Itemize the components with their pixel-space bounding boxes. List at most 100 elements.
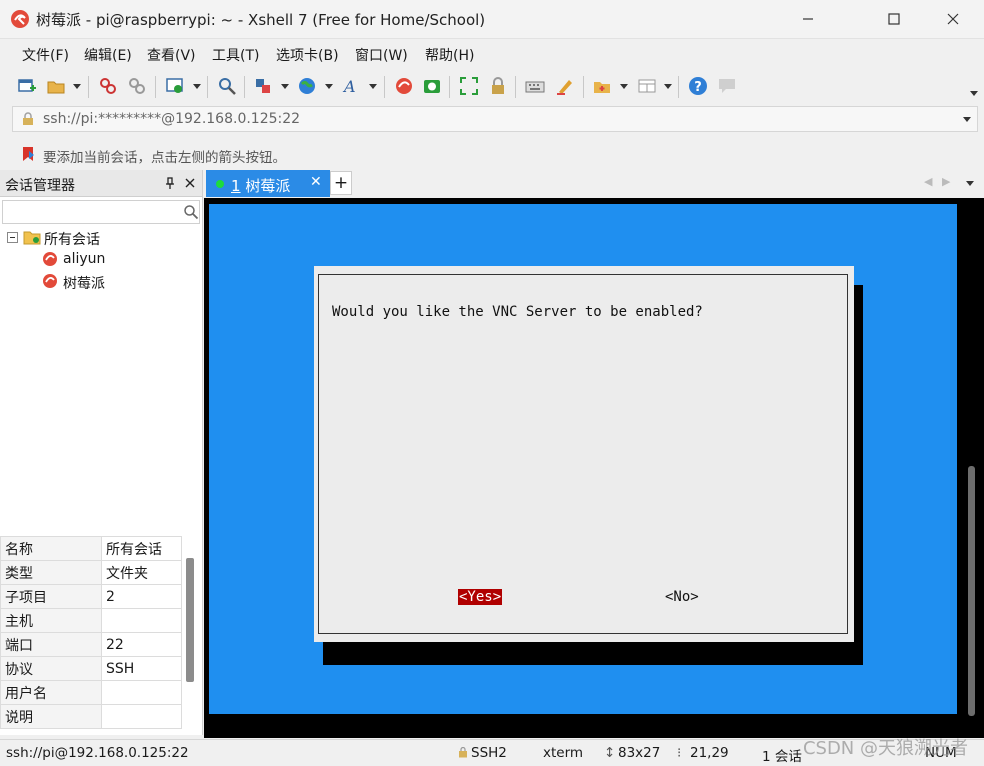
tree-item-aliyun[interactable]: aliyun (63, 251, 105, 267)
transfer-icon[interactable] (253, 76, 273, 96)
xshell-logo-icon (11, 10, 29, 28)
property-row[interactable]: 用户名 (0, 680, 182, 705)
add-tab-button[interactable]: + (330, 171, 352, 195)
menu-file[interactable]: 文件(F) (22, 45, 69, 65)
bookmark-arrow-icon[interactable] (20, 145, 38, 163)
folder-dropdown-icon[interactable] (620, 84, 628, 89)
property-row[interactable]: 类型 文件夹 (0, 560, 182, 585)
session-icon (43, 274, 57, 288)
property-key: 端口 (0, 632, 102, 657)
session-icon (43, 252, 57, 266)
toolbar-separator (449, 76, 450, 98)
xshell-icon[interactable] (394, 76, 414, 96)
terminal-scrollbar[interactable] (968, 466, 975, 716)
tab-scroll-right-icon[interactable]: ▶ (942, 175, 950, 188)
disconnect-icon[interactable] (127, 76, 147, 96)
help-icon[interactable]: ? (688, 76, 708, 96)
property-value (101, 680, 182, 705)
new-folder-icon[interactable] (592, 76, 612, 96)
transfer-dropdown-icon[interactable] (281, 84, 289, 89)
property-key: 说明 (0, 704, 102, 729)
font-dropdown-icon[interactable] (369, 84, 377, 89)
property-key: 主机 (0, 608, 102, 633)
fullscreen-icon[interactable] (459, 76, 479, 96)
open-dropdown-icon[interactable] (73, 84, 81, 89)
tab-close-icon[interactable]: ✕ (310, 174, 322, 190)
toolbar-separator (207, 76, 208, 98)
session-manager-panel: 会话管理器 所有会话 aliyun 树莓派 名称 所有会话 类型 文件夹 子项目 2 主机端… (0, 170, 203, 735)
address-bar[interactable]: ssh://pi:*********@192.168.0.125:22 (12, 106, 978, 132)
property-value: 所有会话 (101, 536, 182, 561)
menu-tools[interactable]: 工具(T) (212, 45, 259, 65)
connect-icon[interactable] (98, 76, 118, 96)
layout-dropdown-icon[interactable] (664, 84, 672, 89)
property-row[interactable]: 名称 所有会话 (0, 536, 182, 561)
globe-dropdown-icon[interactable] (325, 84, 333, 89)
session-manager-header: 会话管理器 (0, 170, 202, 197)
tab-list-dropdown-icon[interactable] (966, 181, 974, 186)
close-icon (947, 13, 959, 25)
property-row[interactable]: 说明 (0, 704, 182, 729)
close-button[interactable] (930, 0, 976, 38)
session-search-input[interactable] (2, 200, 200, 224)
open-folder-icon[interactable] (46, 76, 66, 96)
search-icon[interactable] (183, 204, 199, 220)
property-value: 22 (101, 632, 182, 657)
property-row[interactable]: 子项目 2 (0, 584, 182, 609)
status-terminal-type: xterm (543, 745, 584, 761)
collapse-icon[interactable] (7, 232, 18, 243)
property-row[interactable]: 端口 22 (0, 632, 182, 657)
keyboard-icon[interactable] (525, 76, 545, 96)
property-value (101, 704, 182, 729)
property-key: 子项目 (0, 584, 102, 609)
tab-raspberrypi[interactable]: 1 树莓派 ✕ (206, 170, 330, 197)
property-row[interactable]: 主机 (0, 608, 182, 633)
minimize-icon (803, 18, 813, 20)
xftp-icon[interactable] (422, 76, 442, 96)
svg-text:?: ? (694, 80, 702, 95)
globe-icon[interactable] (297, 76, 317, 96)
no-button[interactable]: <No> (665, 589, 699, 605)
property-key: 协议 (0, 656, 102, 681)
title-bar[interactable]: 树莓派 - pi@raspberrypi: ~ - Xshell 7 (Free… (0, 0, 984, 39)
tree-item-raspberrypi[interactable]: 树莓派 (63, 273, 105, 293)
new-session-icon[interactable] (17, 76, 37, 96)
maximize-button[interactable] (871, 0, 917, 38)
menu-tab[interactable]: 选项卡(B) (276, 45, 339, 65)
terminal-screen[interactable]: Would you like the VNC Server to be enab… (209, 204, 957, 714)
close-panel-icon[interactable] (185, 178, 195, 188)
highlight-icon[interactable] (555, 76, 575, 96)
session-properties-icon[interactable] (165, 76, 185, 96)
toolbar-overflow-icon[interactable] (970, 91, 978, 96)
hint-bar: 要添加当前会话，点击左侧的箭头按钮。 (0, 140, 984, 168)
tree-item-all-sessions[interactable]: 所有会话 (44, 229, 100, 249)
address-dropdown-icon[interactable] (963, 117, 971, 122)
tab-scroll-left-icon[interactable]: ◀ (924, 175, 932, 188)
toolbar-separator (515, 76, 516, 98)
terminal-area[interactable]: Would you like the VNC Server to be enab… (204, 198, 984, 738)
yes-button[interactable]: <Yes> (458, 589, 503, 605)
toolbar: A ? (0, 68, 984, 104)
find-icon[interactable] (217, 76, 237, 96)
properties-scrollbar[interactable] (186, 558, 194, 682)
minimize-button[interactable] (785, 0, 831, 38)
layout-icon[interactable] (637, 76, 657, 96)
dialog-frame: Would you like the VNC Server to be enab… (318, 274, 848, 634)
lock-icon[interactable] (488, 76, 508, 96)
pin-icon[interactable] (164, 177, 176, 189)
status-connection: ssh://pi@192.168.0.125:22 (6, 745, 189, 761)
folder-icon (23, 231, 41, 245)
menu-window[interactable]: 窗口(W) (355, 45, 408, 65)
maximize-icon (888, 13, 900, 25)
menu-view[interactable]: 查看(V) (147, 45, 196, 65)
toolbar-separator (583, 76, 584, 98)
svg-text:A: A (342, 77, 356, 96)
font-icon[interactable]: A (342, 76, 362, 96)
chat-icon[interactable] (717, 76, 737, 96)
properties-dropdown-icon[interactable] (193, 84, 201, 89)
toolbar-separator (384, 76, 385, 98)
status-protocol: SSH2 (471, 745, 507, 761)
menu-edit[interactable]: 编辑(E) (84, 45, 132, 65)
property-row[interactable]: 协议 SSH (0, 656, 182, 681)
menu-help[interactable]: 帮助(H) (425, 45, 474, 65)
